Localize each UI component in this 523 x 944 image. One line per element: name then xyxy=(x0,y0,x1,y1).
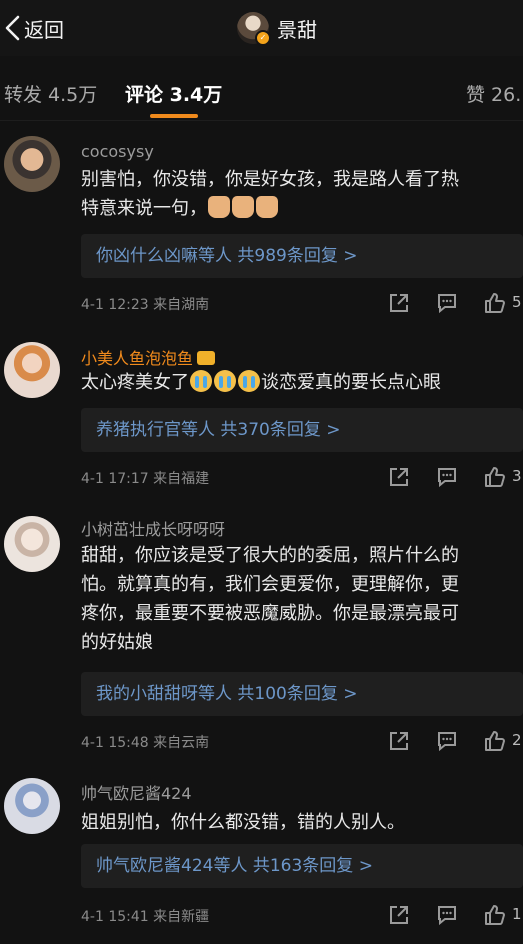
comment-actions: 1 xyxy=(388,904,523,928)
avatar[interactable] xyxy=(4,136,60,192)
share-icon[interactable] xyxy=(388,466,410,488)
comment-location: 来自湖南 xyxy=(153,297,210,313)
page-title: 景甜 xyxy=(277,17,317,42)
avatar[interactable] xyxy=(4,778,60,834)
comment-text: 太心疼美女了 谈恋爱真的要长点心眼 xyxy=(81,368,523,397)
reply-summary[interactable]: 我的小甜甜呀等人 共100条回复 > xyxy=(81,672,523,716)
comment-icon[interactable] xyxy=(436,466,458,488)
comment-date: 4-1 12:23 xyxy=(81,297,149,313)
chevron-left-icon xyxy=(5,15,20,41)
comment-meta: 4-1 15:48 来自云南 xyxy=(81,732,209,752)
like-icon[interactable] xyxy=(484,904,506,926)
comment-meta: 4-1 15:41 来自新疆 xyxy=(81,906,209,926)
comment-icon[interactable] xyxy=(436,292,458,314)
comment-date: 4-1 17:17 xyxy=(81,471,149,487)
comment-actions: 3 xyxy=(388,466,523,490)
username[interactable]: 帅气欧尼酱424 xyxy=(81,780,192,804)
tab-bar: 转发 4.5万 评论 3.4万 赞 26. xyxy=(0,62,523,121)
comment-location: 来自新疆 xyxy=(153,909,210,925)
like-icon[interactable] xyxy=(484,730,506,752)
comment-text: 甜甜，你应该是受了很大的的委屈，照片什么的 怕。就算真的有，我们会更爱你，更理解… xyxy=(81,545,459,653)
comment-icon[interactable] xyxy=(436,730,458,752)
avatar[interactable] xyxy=(4,516,60,572)
share-icon[interactable] xyxy=(388,904,410,926)
username-text: 小美人鱼泡泡鱼 xyxy=(81,349,194,368)
reply-summary[interactable]: 帅气欧尼酱424等人 共163条回复 > xyxy=(81,844,523,888)
reply-summary[interactable]: 你凶什么凶嘛等人 共989条回复 > xyxy=(81,234,523,278)
like-count: 3 xyxy=(512,467,522,485)
share-icon[interactable] xyxy=(388,292,410,314)
comment-actions: 5 xyxy=(388,292,523,316)
thumbs-up-emoji-icon xyxy=(208,196,230,218)
comment-text: 别害怕，你没错，你是好女孩，我是路人看了热 特意来说一句， xyxy=(81,165,523,223)
tab-comments[interactable]: 评论 3.4万 xyxy=(125,80,222,107)
verified-badge-icon: ✓ xyxy=(255,30,271,46)
like-icon[interactable] xyxy=(484,292,506,314)
back-button[interactable]: 返回 xyxy=(0,10,64,46)
comment-date: 4-1 15:41 xyxy=(81,909,149,925)
comment-meta: 4-1 12:23 来自湖南 xyxy=(81,294,209,314)
reply-summary[interactable]: 养猪执行官等人 共370条回复 > xyxy=(81,408,523,452)
back-label: 返回 xyxy=(24,17,64,42)
thumbs-up-emoji-icon xyxy=(232,196,254,218)
username[interactable]: cocosysy xyxy=(81,142,154,161)
top-bar: 返回 ✓ 景甜 xyxy=(0,0,523,56)
active-tab-indicator xyxy=(150,114,198,118)
tab-reposts[interactable]: 转发 4.5万 xyxy=(4,80,97,107)
tab-likes[interactable]: 赞 26. xyxy=(466,80,521,107)
profile-header[interactable]: ✓ 景甜 xyxy=(237,10,317,46)
comment-actions: 2 xyxy=(388,730,523,754)
comment-date: 4-1 15:48 xyxy=(81,735,149,751)
crying-emoji-icon xyxy=(214,370,236,392)
avatar[interactable]: ✓ xyxy=(237,12,271,46)
comment-text: 姐姐别怕，你什么都没错，错的人别人。 xyxy=(81,812,405,833)
username[interactable]: 小树茁壮成长呀呀呀 xyxy=(81,516,225,540)
comment-location: 来自云南 xyxy=(153,735,210,751)
crying-emoji-icon xyxy=(190,370,212,392)
like-count: 5 xyxy=(512,293,522,311)
share-icon[interactable] xyxy=(388,730,410,752)
username[interactable]: 小美人鱼泡泡鱼 xyxy=(81,345,216,369)
like-icon[interactable] xyxy=(484,466,506,488)
thumbs-up-emoji-icon xyxy=(256,196,278,218)
comment-body: 谈恋爱真的要长点心眼 xyxy=(261,372,441,393)
comment-body: 太心疼美女了 xyxy=(81,372,189,393)
comment-meta: 4-1 17:17 来自福建 xyxy=(81,468,209,488)
comment-location: 来自福建 xyxy=(153,471,210,487)
like-count: 1 xyxy=(512,905,522,923)
avatar[interactable] xyxy=(4,342,60,398)
like-count: 2 xyxy=(512,731,522,749)
crying-emoji-icon xyxy=(238,370,260,392)
comment-icon[interactable] xyxy=(436,904,458,926)
crown-icon xyxy=(197,351,216,365)
